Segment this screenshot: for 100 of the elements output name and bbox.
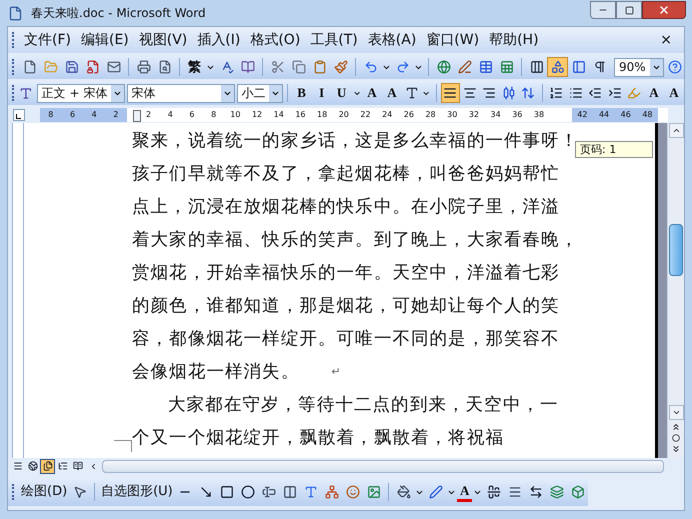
align-justify-icon	[443, 86, 458, 100]
document-map-icon	[572, 60, 586, 74]
scroll-thumb[interactable]	[669, 224, 683, 276]
ruler-number: 38	[532, 109, 546, 121]
shapes-button[interactable]	[547, 57, 568, 77]
print-view-button[interactable]	[40, 458, 55, 474]
document-text-line: 容，都像烟花一样绽开。可唯一不同的是，那笑容不	[132, 328, 560, 352]
clipboard-icon	[312, 60, 326, 74]
ruler-number: 4	[90, 109, 98, 121]
distribute-icon	[502, 86, 516, 100]
horizontal-scrollbar[interactable]	[102, 460, 664, 472]
toolbar-menu-button[interactable]: 自选图形(U)	[99, 482, 175, 502]
close-document-button[interactable]: ×	[660, 30, 672, 50]
document-text-line: 赏烟花，开始幸福快乐的一年。天空中，洋溢着七彩	[132, 262, 560, 286]
document-text-line: 的颜色，谁都知道，那是烟花，可她却让每个人的笑	[132, 295, 560, 318]
toolbar-grip[interactable]	[12, 59, 15, 75]
normal-view-icon	[12, 461, 22, 471]
ruler-number: 2	[112, 109, 120, 121]
document-text-line: 大家都在守岁，等待十二点的到来，天空中，一	[167, 394, 559, 418]
ruler-number: 36	[511, 109, 524, 121]
ruler-number: 24	[381, 109, 394, 121]
ruler-number: 22	[359, 109, 372, 121]
ruler-number: 34	[490, 109, 502, 121]
page-number-tooltip: 页码: 1	[575, 141, 653, 158]
document-text-line: 着大家的幸福、快乐的笑声。到了晚上，大家看春晚，	[132, 229, 578, 252]
menu-item[interactable]: 编辑(E)	[76, 30, 134, 50]
tab-selector[interactable]	[13, 109, 25, 121]
format-button[interactable]: U	[332, 83, 352, 103]
zoom-field[interactable]: 90%	[614, 58, 664, 76]
ruler-number: 10	[229, 109, 242, 121]
indent-marker[interactable]	[133, 110, 141, 122]
ruler-number: 8	[47, 109, 54, 121]
format-button[interactable]: A	[382, 83, 402, 103]
document-icon	[8, 6, 23, 20]
folder-icon	[44, 60, 58, 74]
menu-item[interactable]: 文件(F)	[19, 30, 76, 50]
format-button[interactable]: B	[292, 83, 312, 103]
ruler-number: 8	[210, 109, 218, 121]
menu-item[interactable]: 帮助(H)	[484, 30, 544, 50]
ruler-number: 48	[641, 109, 654, 121]
ruler-number: 12	[250, 109, 264, 121]
maximize-button[interactable]	[616, 1, 642, 19]
mail-icon	[106, 60, 120, 74]
close-button[interactable]	[642, 1, 686, 19]
bullet-list-icon	[568, 86, 583, 100]
ruler-number: 4	[166, 109, 174, 121]
dash-style-icon	[508, 485, 522, 499]
ruler-number: 2	[145, 109, 152, 121]
ruler-number: 16	[294, 109, 306, 121]
ruler-number: 14	[272, 109, 285, 121]
increase-indent-icon	[608, 86, 622, 100]
browse-object-icon[interactable]	[672, 434, 680, 442]
arrow-style-icon	[528, 485, 543, 499]
character-scale-icon	[404, 86, 419, 100]
toolbar-grip[interactable]	[12, 32, 15, 48]
menu-item[interactable]: 格式(O)	[245, 30, 306, 50]
format-button[interactable]: I	[312, 83, 332, 103]
help-icon[interactable]	[668, 60, 682, 74]
rectangle-icon	[220, 485, 234, 499]
toolbar-grip[interactable]	[12, 85, 15, 101]
toolbar-grip[interactable]	[12, 484, 15, 500]
ruler-number: 30	[446, 109, 458, 121]
format-button[interactable]: 繁	[184, 57, 205, 77]
ruler-number: 42	[576, 109, 588, 121]
arrow-icon	[199, 485, 214, 499]
menu-item[interactable]: 工具(T)	[305, 30, 363, 50]
menu-item[interactable]: 窗口(W)	[421, 30, 484, 50]
previous-page-icon[interactable]	[671, 422, 681, 432]
toolbar-menu-button[interactable]: 绘图(D)	[19, 482, 70, 502]
font-field[interactable]: 宋体	[126, 84, 235, 102]
document-text-line: 点上，沉浸在放烟花棒的快乐中。在小院子里，洋溢	[132, 196, 560, 220]
menu-item[interactable]: 插入(I)	[192, 30, 246, 50]
globe-link-icon	[436, 60, 450, 74]
font-color-button[interactable]: A	[456, 482, 472, 502]
scroll-down-button[interactable]	[668, 405, 684, 420]
numbered-list-icon	[549, 86, 564, 100]
next-page-icon[interactable]	[671, 444, 681, 454]
pen-icon	[428, 485, 443, 499]
align-justify-button[interactable]	[440, 83, 460, 103]
menu-item[interactable]: 表格(A)	[362, 30, 422, 50]
style-field[interactable]: 正文 + 宋体	[36, 84, 125, 102]
font-size-field[interactable]: 小二	[236, 84, 283, 102]
copy-icon	[292, 60, 306, 74]
outline-view-icon	[58, 461, 68, 471]
new-document-icon	[22, 60, 36, 74]
scroll-up-button[interactable]	[668, 123, 684, 138]
close-icon	[658, 4, 670, 16]
format-button[interactable]: A	[664, 83, 684, 103]
shapes-icon	[550, 60, 564, 74]
book-icon	[240, 60, 254, 74]
menu-item[interactable]: 视图(V)	[134, 30, 192, 50]
paragraph-mark: ↵	[331, 364, 341, 380]
scroll-left-icon[interactable]	[89, 462, 98, 470]
align-center-icon	[462, 86, 477, 100]
format-button[interactable]: A	[362, 83, 382, 103]
format-button[interactable]: A	[644, 83, 664, 103]
reading-view-icon	[72, 461, 82, 471]
crop-mark	[114, 440, 132, 452]
align-right-icon	[482, 86, 496, 100]
maximize-icon	[624, 6, 634, 14]
